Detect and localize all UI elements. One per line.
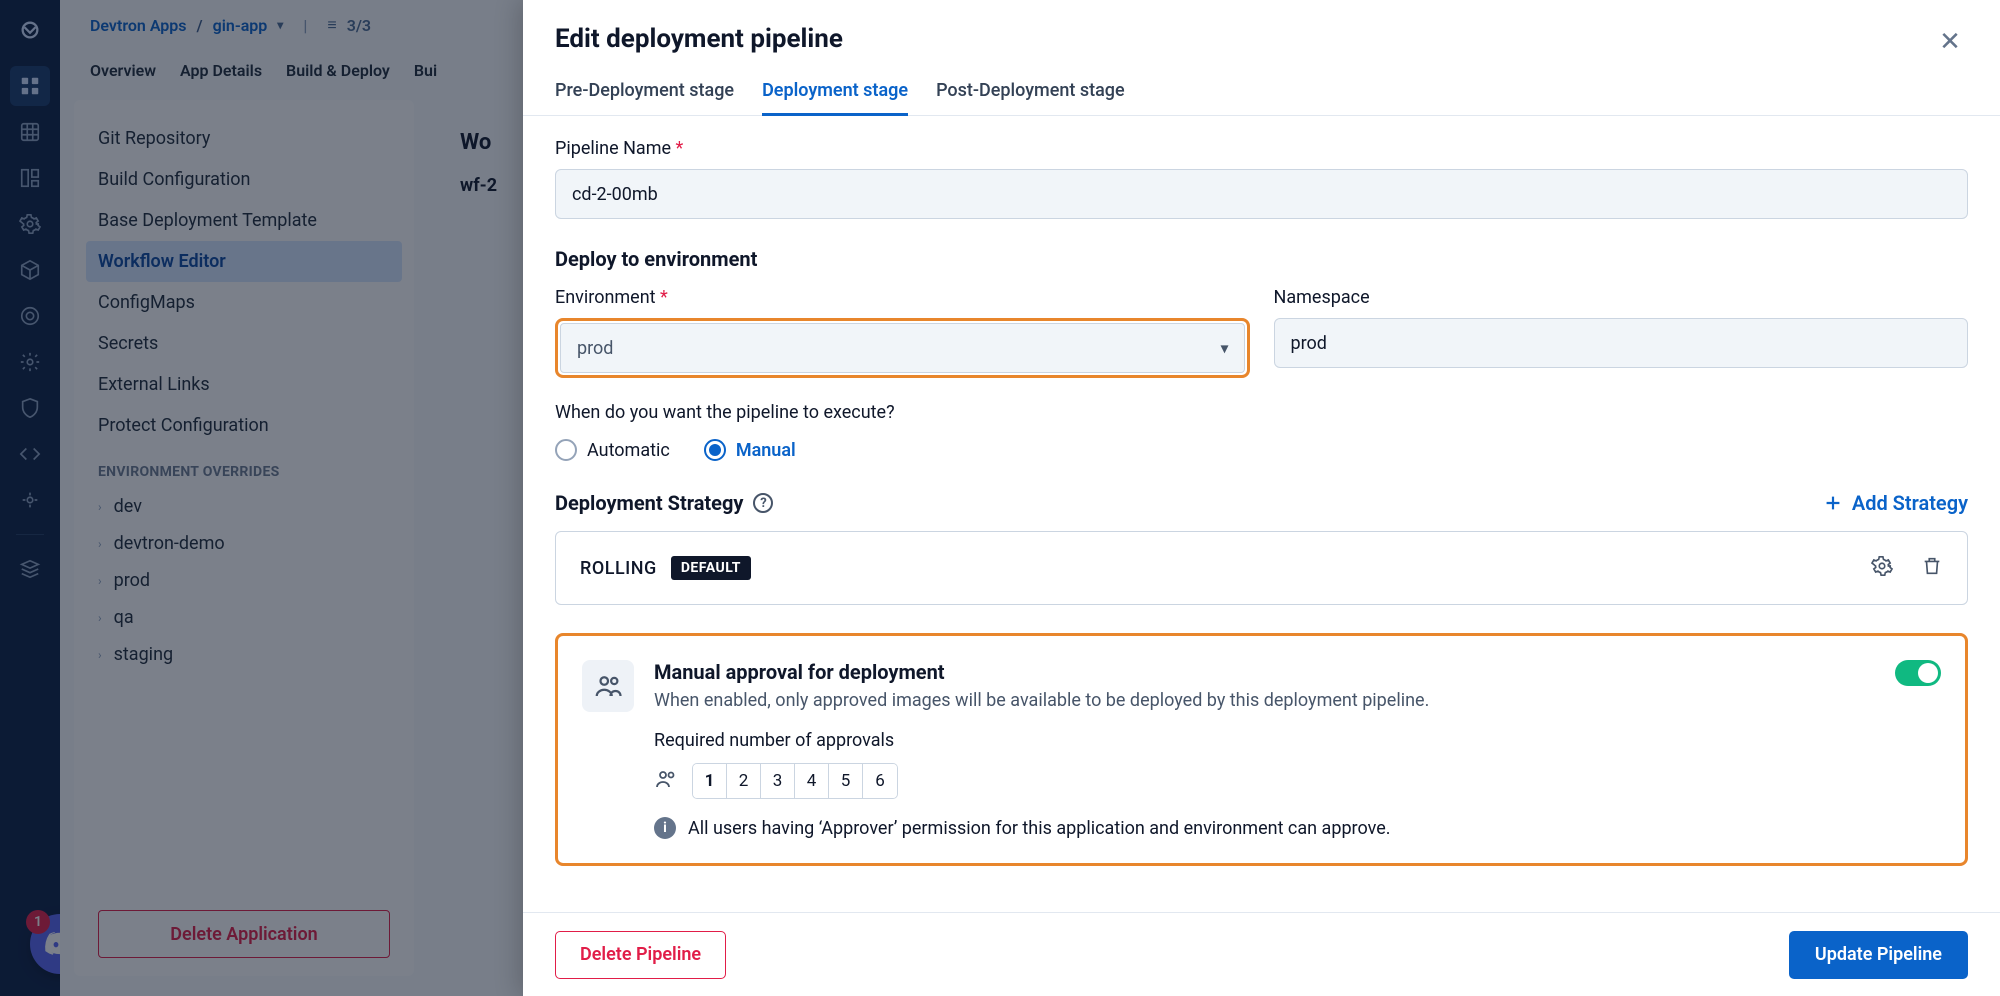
environment-select[interactable] — [560, 323, 1245, 373]
approval-count-option[interactable]: 4 — [795, 764, 829, 798]
environment-highlight: ▾ — [555, 318, 1250, 378]
trash-icon[interactable] — [1921, 555, 1943, 581]
delete-pipeline-button[interactable]: Delete Pipeline — [555, 931, 726, 979]
approval-count-stepper[interactable]: 123456 — [692, 763, 898, 799]
approval-description: When enabled, only approved images will … — [654, 690, 1429, 711]
radio-automatic[interactable]: Automatic — [555, 439, 670, 461]
namespace-label: Namespace — [1274, 287, 1969, 308]
approval-hint: All users having ‘Approver’ permission f… — [688, 818, 1391, 839]
approval-toggle[interactable] — [1895, 660, 1941, 686]
approval-count-option[interactable]: 2 — [727, 764, 761, 798]
pipeline-name-label: Pipeline Name * — [555, 138, 1968, 159]
required-approvals-label: Required number of approvals — [654, 730, 1941, 751]
strategy-card: ROLLING DEFAULT — [555, 531, 1968, 605]
approval-count-option[interactable]: 1 — [693, 764, 727, 798]
tab-pre-deployment[interactable]: Pre-Deployment stage — [555, 80, 734, 115]
strategy-name: ROLLING — [580, 558, 657, 579]
deploy-section-heading: Deploy to environment — [555, 247, 1968, 271]
namespace-input[interactable] — [1274, 318, 1969, 368]
approval-count-option[interactable]: 5 — [829, 764, 863, 798]
radio-manual[interactable]: Manual — [704, 439, 796, 461]
approval-count-option[interactable]: 6 — [863, 764, 897, 798]
pipeline-name-input[interactable] — [555, 169, 1968, 219]
manual-approval-section: Manual approval for deployment When enab… — [555, 633, 1968, 866]
environment-label: Environment * — [555, 287, 1250, 308]
strategy-heading: Deployment Strategy — [555, 491, 743, 515]
users-icon — [582, 660, 634, 712]
tab-post-deployment[interactable]: Post-Deployment stage — [936, 80, 1125, 115]
modal-title: Edit deployment pipeline — [555, 24, 843, 54]
tab-deployment[interactable]: Deployment stage — [762, 80, 908, 115]
approval-title: Manual approval for deployment — [654, 660, 1429, 684]
execute-question: When do you want the pipeline to execute… — [555, 402, 1968, 423]
gear-icon[interactable] — [1871, 555, 1893, 581]
info-icon[interactable]: ? — [753, 493, 773, 513]
default-badge: DEFAULT — [671, 556, 751, 580]
update-pipeline-button[interactable]: Update Pipeline — [1789, 931, 1968, 979]
add-strategy-button[interactable]: Add Strategy — [1822, 491, 1968, 515]
modal-tabs: Pre-Deployment stage Deployment stage Po… — [523, 60, 2000, 116]
modal-footer: Delete Pipeline Update Pipeline — [523, 912, 2000, 996]
people-icon — [654, 767, 678, 795]
info-icon: i — [654, 817, 676, 839]
close-icon[interactable]: ✕ — [1932, 24, 1968, 60]
approval-count-option[interactable]: 3 — [761, 764, 795, 798]
edit-pipeline-modal: Edit deployment pipeline ✕ Pre-Deploymen… — [523, 0, 2000, 996]
